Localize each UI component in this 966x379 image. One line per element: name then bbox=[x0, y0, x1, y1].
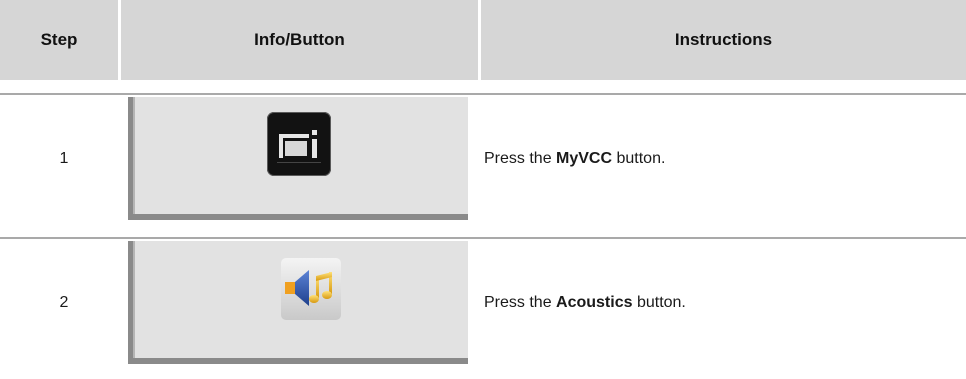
instruction-text: Press the MyVCC button. bbox=[484, 97, 665, 220]
header-instructions: Instructions bbox=[481, 0, 966, 80]
header-step: Step bbox=[0, 0, 118, 80]
step-number: 1 bbox=[59, 149, 69, 167]
table-header: Step Info/Button Instructions bbox=[0, 0, 966, 80]
button-name: Acoustics bbox=[556, 293, 633, 311]
row-divider bbox=[0, 237, 966, 239]
table-row: 2 Press the Acoustics button. bbox=[0, 241, 966, 364]
header-info-button: Info/Button bbox=[121, 0, 478, 80]
instruction-prefix: Press the bbox=[484, 293, 557, 311]
instruction-prefix: Press the bbox=[484, 149, 557, 167]
button-name: MyVCC bbox=[556, 149, 613, 167]
instruction-text: Press the Acoustics button. bbox=[484, 241, 686, 364]
panel-shade bbox=[133, 97, 135, 214]
myvcc-glyph bbox=[277, 130, 321, 163]
myvcc-icon[interactable] bbox=[267, 112, 331, 176]
acoustics-glyph bbox=[285, 270, 332, 306]
info-button-panel bbox=[128, 97, 468, 220]
acoustics-icon[interactable] bbox=[281, 258, 341, 320]
panel-shade bbox=[133, 241, 135, 358]
instruction-suffix: button. bbox=[632, 293, 686, 311]
table-row: 1 Press the MyVCC button. bbox=[0, 97, 966, 220]
step-number: 2 bbox=[59, 293, 69, 311]
info-button-panel bbox=[128, 241, 468, 364]
instruction-suffix: button. bbox=[612, 149, 666, 167]
row-divider bbox=[0, 93, 966, 95]
